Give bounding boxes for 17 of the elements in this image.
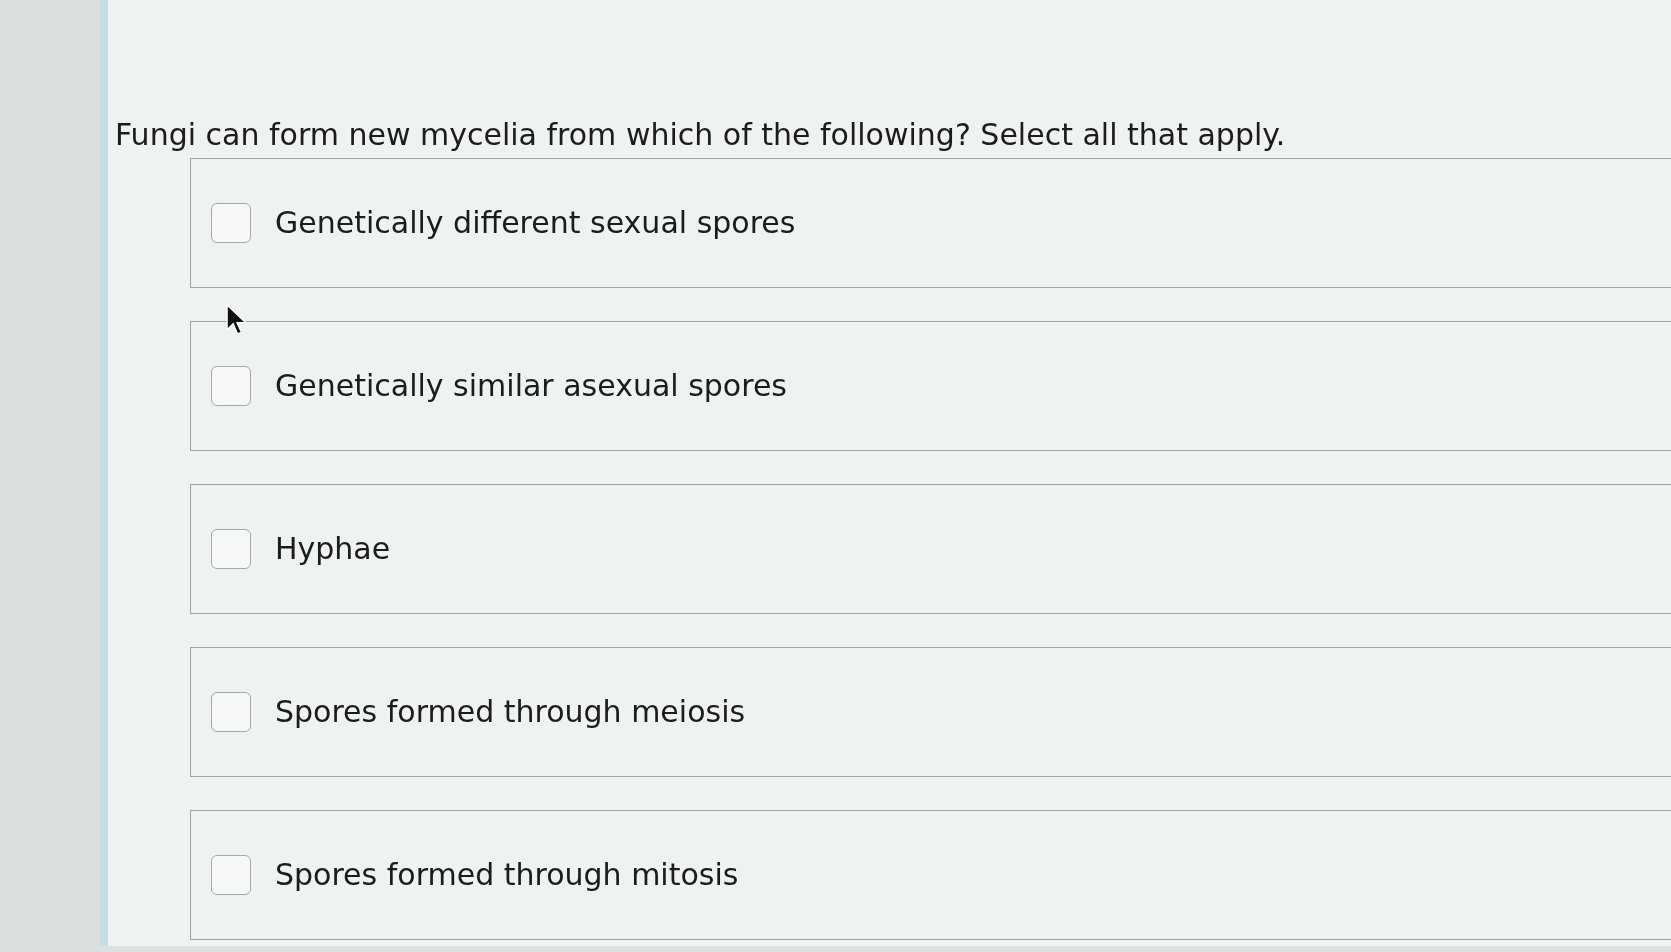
checkbox[interactable] [211,855,251,895]
answer-option[interactable]: Genetically similar asexual spores [190,321,1671,451]
option-label: Spores formed through mitosis [275,856,739,894]
checkbox[interactable] [211,366,251,406]
question-text: Fungi can form new mycelia from which of the following? Select all that apply. [114,116,1287,154]
mouse-pointer-icon [226,304,248,336]
answer-option[interactable]: Spores formed through mitosis [190,810,1671,940]
checkbox[interactable] [211,529,251,569]
answer-option[interactable]: Spores formed through meiosis [190,647,1671,777]
option-label: Genetically different sexual spores [275,204,796,242]
checkbox[interactable] [211,203,251,243]
option-label: Spores formed through meiosis [275,693,746,731]
option-label: Hyphae [275,530,391,568]
answer-option[interactable]: Genetically different sexual spores [190,158,1671,288]
answer-option[interactable]: Hyphae [190,484,1671,614]
checkbox[interactable] [211,692,251,732]
option-label: Genetically similar asexual spores [275,367,787,405]
